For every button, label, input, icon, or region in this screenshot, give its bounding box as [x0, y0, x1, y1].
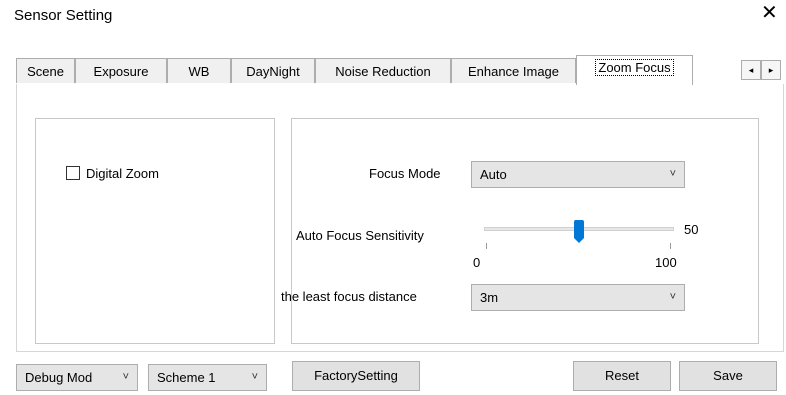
slider-tick	[670, 243, 671, 249]
least-focus-distance-select[interactable]: 3m ˅	[471, 284, 685, 311]
tab-scroll-arrows: ◂ ▸	[741, 60, 786, 80]
tab-scene[interactable]: Scene	[16, 58, 75, 83]
tab-scroll-right-icon[interactable]: ▸	[761, 60, 781, 80]
focus-mode-label: Focus Mode	[369, 166, 441, 181]
tab-label: DayNight	[246, 64, 300, 79]
tab-label: Exposure	[93, 64, 149, 79]
tab-label: Zoom Focus	[595, 59, 674, 76]
scheme-select[interactable]: Scheme 1 ˅	[148, 364, 267, 391]
reset-button[interactable]: Reset	[573, 361, 671, 391]
scheme-value: Scheme 1	[157, 370, 216, 385]
af-sensitivity-value: 50	[684, 222, 699, 237]
tab-label: WB	[188, 64, 210, 79]
tab-noise-reduction[interactable]: Noise Reduction	[315, 58, 451, 83]
af-sensitivity-max: 100	[655, 255, 677, 270]
tab-wb[interactable]: WB	[167, 58, 231, 83]
chevron-down-icon: ˅	[251, 371, 258, 383]
chevron-down-icon: ˅	[669, 168, 676, 180]
debug-mode-value: Debug Mod	[25, 370, 93, 385]
save-button[interactable]: Save	[679, 361, 777, 391]
af-sensitivity-label: Auto Focus Sensitivity	[296, 228, 424, 243]
tab-scroll-left-icon[interactable]: ◂	[741, 60, 761, 80]
tab-label: Scene	[27, 64, 64, 79]
close-icon[interactable]: ✕	[761, 3, 778, 23]
factory-setting-button[interactable]: FactorySetting	[292, 361, 420, 391]
af-sensitivity-min: 0	[473, 255, 481, 270]
window-title: Sensor Setting	[14, 7, 113, 24]
digital-zoom-group	[35, 118, 275, 344]
digital-zoom-checkbox[interactable]	[66, 166, 80, 180]
slider-tick	[486, 243, 487, 249]
digital-zoom-label: Digital Zoom	[86, 166, 159, 181]
tab-zoom-focus[interactable]: Zoom Focus	[576, 55, 693, 85]
focus-mode-value: Auto	[480, 167, 507, 182]
tab-enhance-image[interactable]: Enhance Image	[451, 58, 576, 83]
chevron-down-icon: ˅	[122, 371, 129, 383]
tab-daynight[interactable]: DayNight	[231, 58, 315, 83]
tab-exposure[interactable]: Exposure	[75, 58, 167, 83]
tab-label: Noise Reduction	[335, 64, 431, 79]
debug-mode-select[interactable]: Debug Mod ˅	[16, 364, 138, 391]
tab-label: Enhance Image	[467, 64, 560, 79]
least-focus-distance-value: 3m	[480, 290, 499, 305]
least-focus-distance-label: the least focus distance	[281, 289, 417, 304]
focus-mode-select[interactable]: Auto ˅	[471, 161, 685, 188]
af-sensitivity-thumb[interactable]	[574, 220, 584, 243]
chevron-down-icon: ˅	[669, 291, 676, 303]
